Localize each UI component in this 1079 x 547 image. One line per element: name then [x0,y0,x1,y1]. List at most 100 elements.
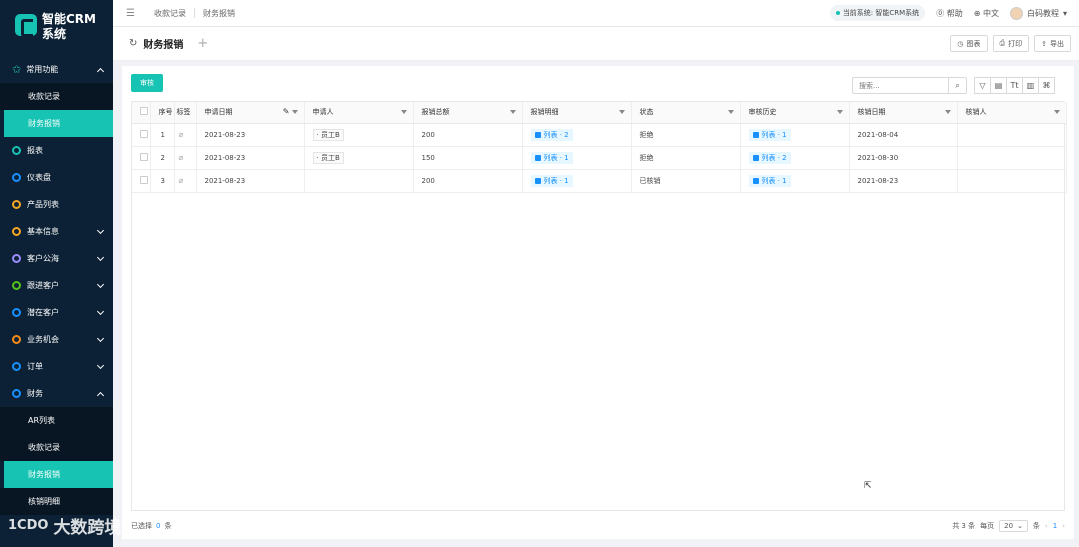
column-header-applicant[interactable]: 申请人 [304,102,414,124]
chevron-down-icon [96,280,105,288]
cell-tag[interactable]: ⌀ [174,123,197,147]
edit-icon [752,177,759,184]
next-page-icon[interactable]: › [1062,522,1065,530]
avatar [1009,6,1023,20]
export-button[interactable]: ⇪ 导出 [1034,35,1071,52]
current-system-badge[interactable]: 当前系统: 智能CRM系统 [829,5,926,21]
row-select-cell[interactable] [132,123,151,147]
menu-item-3[interactable]: 基本信息 [0,218,113,245]
submenu-writeoff-details[interactable]: 核销明细 [0,488,113,515]
paperclip-icon[interactable]: ⌀ [179,153,184,162]
column-settings-icon[interactable]: ▤ [990,77,1007,94]
question-circle-icon: ⓪ [936,8,945,18]
search-input[interactable] [853,81,948,90]
menu-item-8[interactable]: 订单 [0,353,113,380]
current-page[interactable]: 1 [1053,522,1057,530]
chevron-up-icon [96,67,105,75]
cell-tag[interactable]: ⌀ [174,169,197,193]
row-checkbox[interactable] [140,152,148,161]
header-actions: ◷ 图表 ⎙ 打印 ⇪ 导出 [950,35,1079,52]
menu-fold-icon[interactable]: ☰ [126,8,136,19]
language-switch[interactable]: ⊕ 中文 [974,8,999,19]
pin-icon[interactable]: ✎ [283,107,290,116]
menu-item-1[interactable]: 仪表盘 [0,164,113,191]
row-select-cell[interactable] [132,146,151,170]
column-header-writeoff-person[interactable]: 核销人 [957,102,1067,124]
page-size-select[interactable]: 20 ⌄ [999,520,1028,532]
caret-down-icon[interactable] [400,110,407,114]
row-select-cell[interactable] [132,169,151,193]
approve-button[interactable]: 审核 [131,74,163,92]
brand-logo[interactable]: 智能CRM 系统 [0,0,113,56]
tab-receipt-records[interactable]: 收款记录 [146,8,194,19]
select-all-cell[interactable] [132,102,151,124]
column-header-detail[interactable]: 报销明细 [522,102,632,124]
employee-tag[interactable]: · 员工B [312,128,344,141]
filter-icon[interactable]: ▽ [974,77,991,94]
row-checkbox[interactable] [140,129,148,138]
search-icon[interactable]: ⌕ [948,78,966,93]
font-size-icon[interactable]: Tt [1006,77,1023,94]
detail-list-link[interactable]: 列表 · 2 [530,128,573,141]
menu-item-0[interactable]: 报表 [0,137,113,164]
menu-item-6[interactable]: 潜在客户 [0,299,113,326]
watermark-text: 大数跨境 [53,518,122,538]
menu-item-4[interactable]: 客户公海 [0,245,113,272]
table-row[interactable]: 1 ⌀ 2021-08-23 · 员工B 200 列表 · 2 拒绝 列表 · 1 2021-0… [132,123,1067,147]
caret-down-icon[interactable] [727,110,734,114]
caret-down-icon[interactable] [291,110,298,114]
menu-item-5[interactable]: 跟进客户 [0,272,113,299]
table-row[interactable]: 3 ⌀ 2021-08-23 200 列表 · 1 已核销 列表 · 1 2021-08-23 [132,169,1067,193]
edit-icon [752,131,759,138]
caret-down-icon[interactable] [1053,110,1060,114]
submenu-expense-claims-active[interactable]: 财务报销 [4,110,113,137]
clock-icon: ◷ [957,40,964,48]
cell-total: 200 [413,123,523,147]
detail-list-link[interactable]: 列表 · 1 [530,174,573,187]
user-menu[interactable]: 白码教程 ▾ [1009,6,1067,20]
hierarchy-icon[interactable]: ⌘ [1038,77,1055,94]
cell-applicant: · 员工B [304,146,414,170]
data-table: 序号 标签 申请日期 ✎ 申请人 报销总额 报销明细 状态 审核历史 核销日期 核… [131,101,1067,511]
employee-tag[interactable]: · 员工B [312,151,344,164]
submenu-finance-expense-claims[interactable]: 财务报销 [4,461,113,488]
chart-button[interactable]: ◷ 图表 [950,35,988,52]
refresh-icon[interactable]: ↻ [129,38,137,49]
menu-common-functions[interactable]: ✩ 常用功能 [0,56,113,83]
pagination: 共 3 条 每页 20 ⌄ 条 ‹ 1 › [952,520,1065,532]
column-header-status[interactable]: 状态 [631,102,741,124]
submenu-ar-list[interactable]: AR列表 [0,407,113,434]
column-header-writeoff-date[interactable]: 核销日期 [849,102,958,124]
history-list-link[interactable]: 列表 · 2 [748,151,791,164]
row-checkbox[interactable] [140,175,148,184]
history-list-link[interactable]: 列表 · 1 [748,128,791,141]
detail-list-link[interactable]: 列表 · 1 [530,151,573,164]
menu-item-2[interactable]: 产品列表 [0,191,113,218]
column-header-history[interactable]: 审核历史 [740,102,850,124]
paperclip-icon[interactable]: ⌀ [179,176,184,185]
help-link[interactable]: ⓪ 帮助 [936,8,963,19]
print-button[interactable]: ⎙ 打印 [992,35,1030,52]
submenu-receipt-records[interactable]: 收款记录 [0,83,113,110]
menu-item-7[interactable]: 业务机会 [0,326,113,353]
caret-down-icon[interactable] [836,110,843,114]
bar-chart-icon[interactable]: ▥ [1022,77,1039,94]
select-all-checkbox[interactable] [140,107,148,116]
cell-tag[interactable]: ⌀ [174,146,197,170]
submenu-finance-receipt-records[interactable]: 收款记录 [0,434,113,461]
history-list-link[interactable]: 列表 · 1 [748,174,791,187]
table-row[interactable]: 2 ⌀ 2021-08-23 · 员工B 150 列表 · 1 拒绝 列表 · 2 2021-0… [132,146,1067,170]
menu-circle-icon [12,173,21,182]
caret-down-icon[interactable] [944,110,951,114]
caret-down-icon[interactable] [509,110,516,114]
column-header-total[interactable]: 报销总额 [413,102,523,124]
tab-expense-claims[interactable]: 财务报销 [195,8,243,19]
column-header-no: 序号 [150,102,175,124]
prev-page-icon[interactable]: ‹ [1045,522,1048,530]
cell-status: 已核销 [631,169,741,193]
caret-down-icon[interactable] [618,110,625,114]
menu-item-9[interactable]: 财务 [0,380,113,407]
add-tab-icon[interactable]: + [197,36,208,51]
column-header-apply-date[interactable]: 申请日期 ✎ [196,102,305,124]
paperclip-icon[interactable]: ⌀ [179,130,184,139]
